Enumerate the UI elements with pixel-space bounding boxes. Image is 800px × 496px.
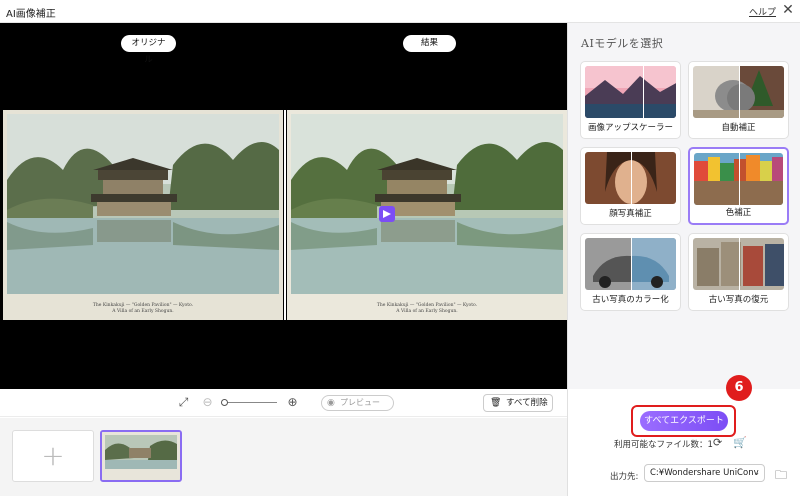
zoom-slider-handle[interactable] [221, 399, 228, 406]
model-label-auto-enhance: 自動補正 [721, 123, 756, 133]
preview-button[interactable]: ◉ プレビュー [321, 395, 394, 411]
model-card-color-correction[interactable]: 色補正 [688, 147, 789, 225]
preview-area: オリジナル 結果 The Kinkakuji — "Golden Pavilio… [0, 23, 567, 389]
thumbnail-strip: + [0, 418, 567, 496]
chevron-down-icon: ⌄ [753, 468, 760, 477]
preview-toolbar: ⤢ ⊖ ⊕ ◉ プレビュー 🗑 すべて削除 [0, 389, 567, 417]
model-card-restore[interactable]: 古い写真の復元 [688, 233, 789, 311]
photo-caption-line1: The Kinkakuji — "Golden Pavilion" — Kyot… [92, 303, 194, 308]
model-label-face-enhance: 顔写真補正 [609, 209, 652, 219]
delete-all-button[interactable]: 🗑 すべて削除 [483, 394, 553, 412]
image-thumbnail[interactable] [100, 430, 182, 482]
auto-enhance-preview-image [693, 66, 784, 118]
delete-all-label: すべて削除 [506, 398, 548, 408]
help-link[interactable]: ヘルプ [749, 5, 776, 18]
available-files-count: 利用可能なファイル数：1 [614, 440, 713, 450]
photo-caption-line2-result: A Villa of an Early Shogun. [396, 309, 458, 314]
model-card-colorize[interactable]: 古い写真のカラー化 [580, 233, 681, 311]
app-window: AI画像補正 ヘルプ ✕ オリジナル 結果 The Kinkakuji — "G… [0, 0, 800, 496]
cart-icon[interactable]: 🛒 [733, 436, 747, 449]
export-all-button[interactable]: すべてエクスポート [640, 411, 728, 431]
output-destination-value: C:¥Wondershare UniConv [650, 468, 759, 478]
colorize-preview-image [585, 238, 676, 290]
zoom-slider-track[interactable] [224, 402, 277, 403]
title-bar: AI画像補正 ヘルプ ✕ [0, 0, 800, 23]
trash-icon: 🗑 [490, 398, 502, 408]
compare-divider[interactable] [284, 110, 286, 320]
plus-icon: + [41, 439, 65, 472]
export-panel: 6 すべてエクスポート 利用可能なファイル数：1 ⟳ 🛒 出力先: C:¥Won… [567, 375, 800, 496]
result-photo: The Kinkakuji — "Golden Pavilion" — Kyot… [287, 110, 567, 320]
folder-icon[interactable]: 🗀 [775, 466, 787, 487]
model-label-upscaler: 画像アップスケーラー [587, 123, 673, 133]
model-label-colorize: 古い写真のカラー化 [592, 295, 669, 305]
zoom-out-icon[interactable]: ⊖ [200, 395, 215, 410]
upscaler-preview-image [585, 66, 676, 118]
model-panel: AIモデルを選択 画像アップスケーラー 自動補正 顔写真補正 色補正 古い写真の… [567, 23, 800, 389]
refresh-icon[interactable]: ⟳ [713, 436, 722, 449]
zoom-in-icon[interactable]: ⊕ [285, 395, 300, 410]
original-label: オリジナル [121, 35, 176, 65]
model-card-face-enhance[interactable]: 顔写真補正 [580, 147, 681, 225]
face-enhance-preview-image [585, 152, 676, 204]
model-panel-heading: AIモデルを選択 [581, 37, 664, 50]
step-number-badge: 6 [726, 375, 752, 401]
fit-screen-icon[interactable]: ⤢ [176, 395, 191, 410]
output-destination-select[interactable]: C:¥Wondershare UniConv ⌄ [644, 464, 765, 482]
preview-button-label: プレビュー [340, 398, 380, 407]
close-icon[interactable]: ✕ [780, 2, 796, 18]
photo-caption-line1-result: The Kinkakuji — "Golden Pavilion" — Kyot… [376, 303, 478, 308]
color-correction-preview-image [694, 153, 783, 205]
original-photo: The Kinkakuji — "Golden Pavilion" — Kyot… [3, 110, 283, 320]
model-card-auto-enhance[interactable]: 自動補正 [688, 61, 789, 139]
model-label-restore: 古い写真の復元 [708, 295, 769, 305]
output-destination-label: 出力先: [610, 472, 639, 482]
window-title: AI画像補正 [6, 9, 56, 20]
restore-preview-image [693, 238, 784, 290]
add-image-button[interactable]: + [12, 430, 94, 482]
photo-caption-line2: A Villa of an Early Shogun. [112, 309, 174, 314]
result-label: 結果 [403, 35, 456, 52]
eye-icon: ◉ [327, 398, 335, 408]
model-label-color-correction: 色補正 [725, 208, 752, 218]
model-card-upscaler[interactable]: 画像アップスケーラー [580, 61, 681, 139]
